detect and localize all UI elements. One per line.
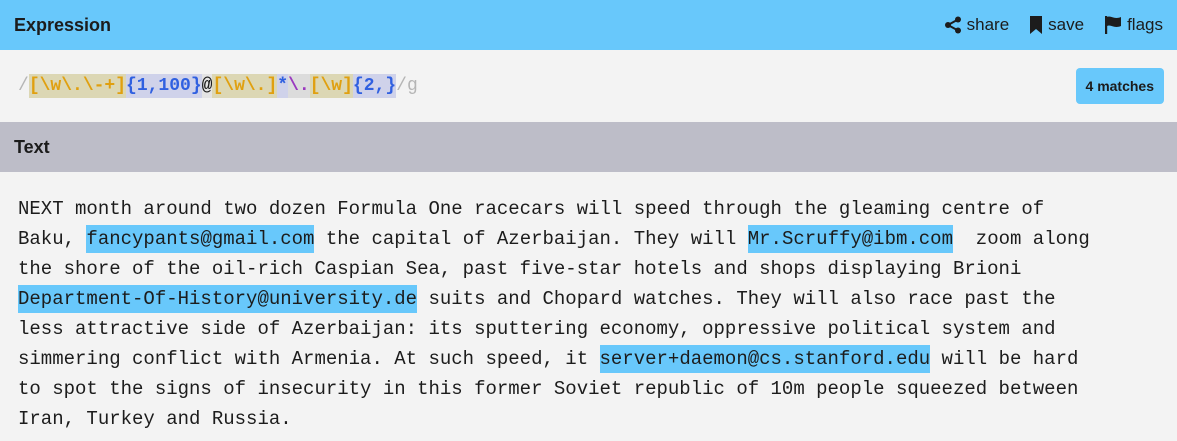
regex-expression-input[interactable]: / [\w\.\-+] {1,100} @ [\w\.] * \. [\w] {2,} /g: [18, 74, 418, 98]
text-line: less attractive side of Azerbaijan: its …: [18, 314, 1168, 344]
bookmark-icon: [1029, 16, 1043, 34]
text-line: the shore of the oil-rich Caspian Sea, p…: [18, 254, 1168, 284]
text-line: Iran, Turkey and Russia.: [18, 404, 1168, 434]
regex-token: \.: [288, 74, 310, 98]
regex-token: [\w\.\-+]: [28, 74, 127, 98]
share-button[interactable]: share: [944, 15, 1010, 35]
flags-button[interactable]: flags: [1104, 15, 1163, 35]
text-segment: the capital of Azerbaijan. They will: [314, 228, 748, 250]
text-title: Text: [14, 136, 50, 157]
regex-token: [\w\.]: [212, 74, 278, 98]
text-line: to spot the signs of insecurity in this …: [18, 374, 1168, 404]
match-highlight: Department-Of-History@university.de: [18, 285, 418, 313]
save-label: save: [1048, 15, 1085, 34]
match-highlight: fancypants@gmail.com: [86, 225, 315, 253]
header-actions: share save flags: [944, 15, 1163, 35]
text-line: NEXT month around two dozen Formula One …: [18, 194, 1168, 224]
text-header: Text: [0, 122, 1177, 172]
flag-icon: [1104, 16, 1122, 34]
regex-flags[interactable]: /g: [396, 74, 418, 98]
expression-header: Expression share save flags: [0, 0, 1177, 50]
text-segment: suits and Chopard watches. They will als…: [417, 288, 1056, 310]
regex-open-slash: /: [18, 76, 29, 96]
regex-token: {1,100}: [126, 74, 202, 98]
text-segment: the shore of the oil-rich Caspian Sea, p…: [18, 258, 1022, 280]
regex-token: {2,}: [352, 74, 397, 98]
text-line: Baku, fancypants@gmail.com the capital o…: [18, 224, 1168, 254]
text-segment: Iran, Turkey and Russia.: [18, 408, 292, 430]
text-segment: to spot the signs of insecurity in this …: [18, 378, 1079, 400]
match-highlight: Mr.Scruffy@ibm.com: [747, 225, 953, 253]
match-count-badge: 4 matches: [1075, 68, 1164, 104]
text-segment: NEXT month around two dozen Formula One …: [18, 198, 1045, 220]
share-icon: [944, 16, 962, 34]
save-button[interactable]: save: [1029, 15, 1084, 35]
regex-token: @: [201, 74, 213, 98]
expression-row: / [\w\.\-+] {1,100} @ [\w\.] * \. [\w] {2,} /g …: [0, 50, 1177, 122]
text-segment: zoom along: [952, 228, 1090, 250]
regex-token: [\w]: [309, 74, 353, 98]
text-line: Department-Of-History@university.de suit…: [18, 284, 1168, 314]
test-text-area[interactable]: NEXT month around two dozen Formula One …: [18, 194, 1168, 434]
text-segment: less attractive side of Azerbaijan: its …: [18, 318, 1056, 340]
expression-title: Expression: [14, 14, 112, 35]
text-segment: Baku,: [18, 228, 87, 250]
text-segment: will be hard: [930, 348, 1079, 370]
text-segment: simmering conflict with Armenia. At such…: [18, 348, 600, 370]
regex-tokens: [\w\.\-+] {1,100} @ [\w\.] * \. [\w] {2,}: [28, 74, 397, 98]
share-label: share: [966, 15, 1010, 34]
flags-label: flags: [1127, 15, 1163, 34]
text-line: simmering conflict with Armenia. At such…: [18, 344, 1168, 374]
match-highlight: server+daemon@cs.stanford.edu: [599, 345, 931, 373]
regex-token: *: [277, 74, 289, 98]
